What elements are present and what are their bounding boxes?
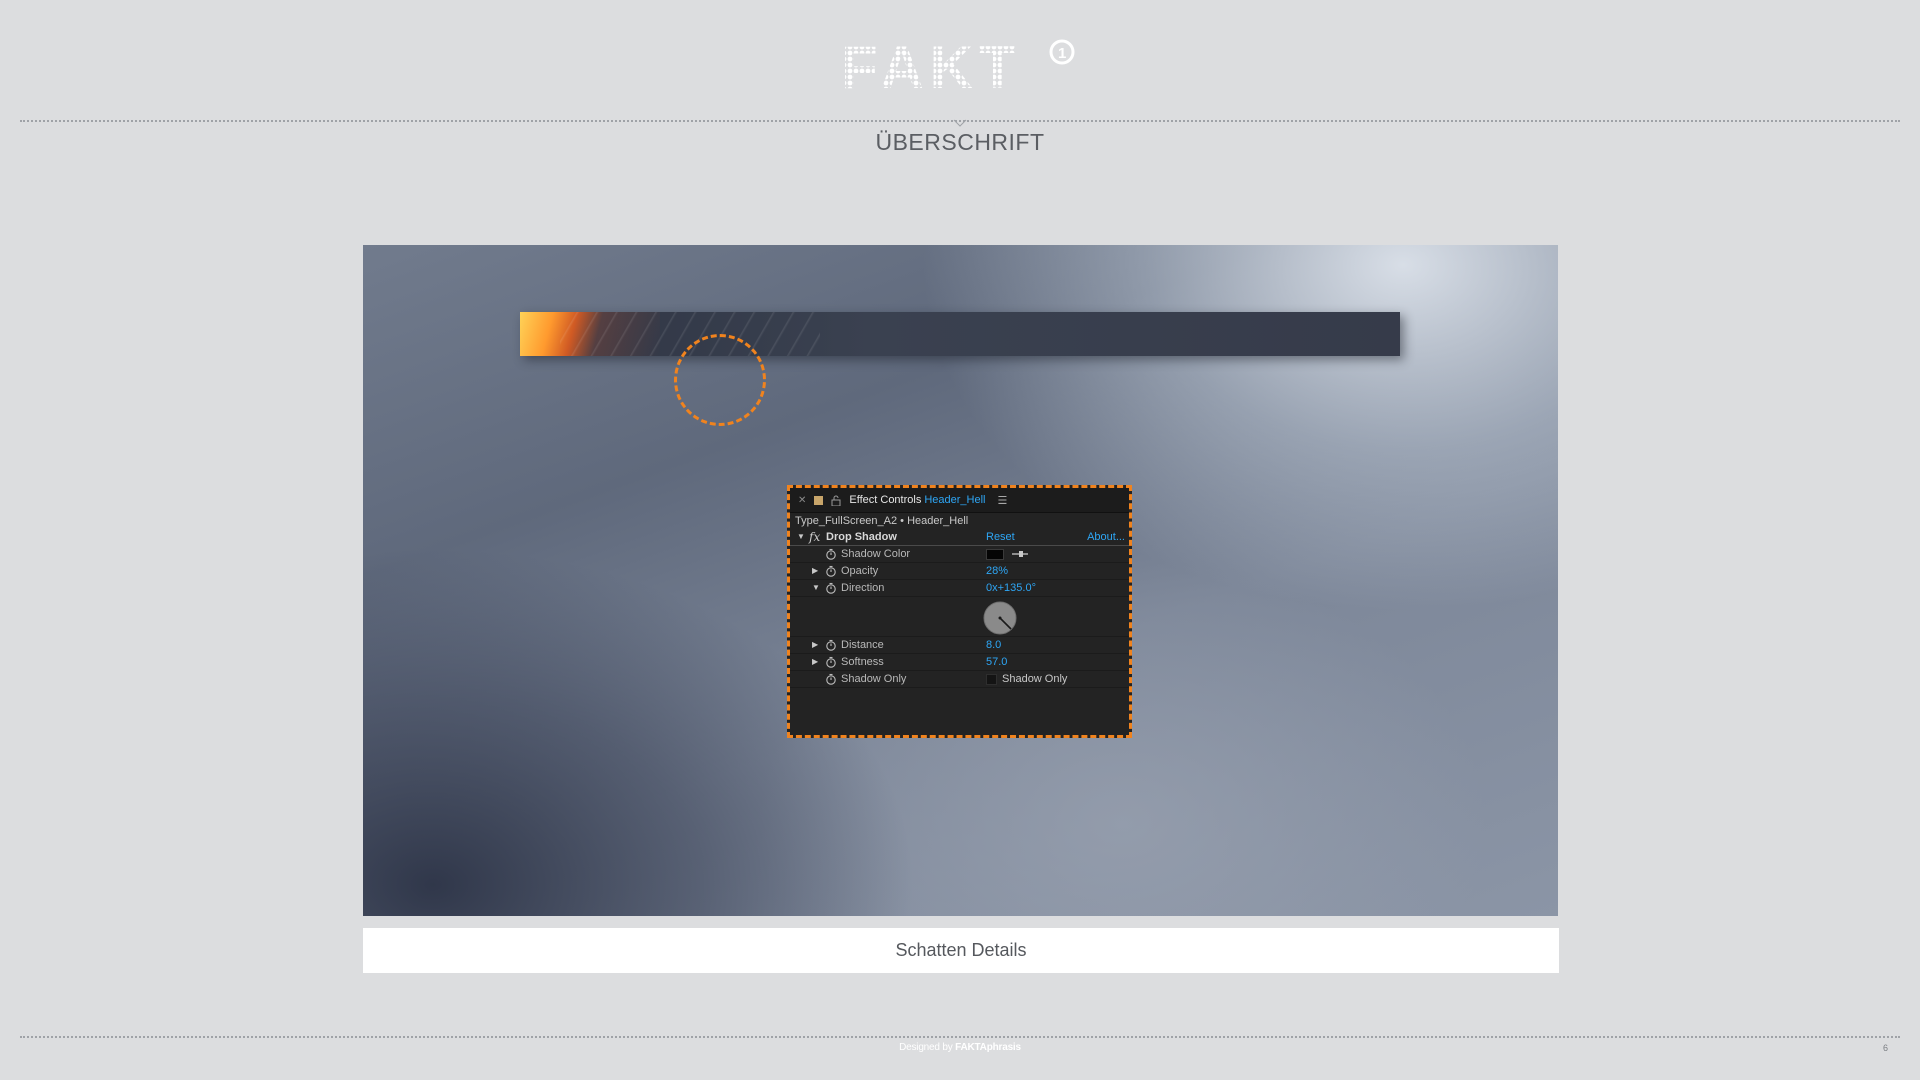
label-color-swatch[interactable] — [814, 495, 824, 505]
preview-stage: ✕ Effect Controls Header_Hell ☰ Type_Full… — [363, 245, 1558, 916]
page-number: 6 — [1882, 1043, 1888, 1053]
page-headline: ÜBERSCHRIFT — [875, 129, 1045, 155]
softness-label: Softness — [841, 656, 884, 668]
twirl-closed-icon[interactable]: ▶ — [812, 566, 818, 575]
direction-row: ▼ Direction 0x+135.0° — [790, 580, 1129, 597]
direction-label: Direction — [841, 582, 885, 594]
bottom-divider — [20, 1036, 1900, 1038]
eyedropper-icon[interactable] — [1011, 548, 1029, 560]
shadow-only-label: Shadow Only — [841, 673, 907, 685]
distance-label: Distance — [841, 639, 884, 651]
lock-icon[interactable] — [831, 495, 841, 506]
direction-dial[interactable] — [983, 601, 1017, 635]
effect-controls-panel: ✕ Effect Controls Header_Hell ☰ Type_Full… — [787, 485, 1132, 738]
lower-third-bar — [520, 312, 1400, 356]
layer-breadcrumb: Type_FullScreen_A2 • Header_Hell — [795, 515, 969, 527]
stopwatch-icon[interactable] — [825, 656, 837, 668]
softness-value[interactable]: 57.0 — [986, 656, 1007, 668]
shadow-color-swatch[interactable] — [986, 549, 1004, 560]
svg-text:1: 1 — [1058, 45, 1066, 62]
image-caption: Schatten Details — [363, 928, 1559, 973]
panel-tab[interactable]: ✕ Effect Controls Header_Hell ☰ — [790, 488, 1129, 513]
direction-value[interactable]: 0x+135.0° — [986, 582, 1036, 594]
twirl-closed-icon[interactable]: ▶ — [812, 640, 818, 649]
effect-header-row[interactable]: ▼ fx Drop Shadow Reset About... — [790, 529, 1129, 546]
shadow-only-checkbox[interactable] — [986, 674, 997, 685]
close-icon[interactable]: ✕ — [798, 495, 806, 506]
opacity-label: Opacity — [841, 565, 879, 577]
stopwatch-icon[interactable] — [825, 673, 837, 685]
shadow-color-row: Shadow Color — [790, 546, 1129, 563]
fx-toggle-icon[interactable]: fx — [809, 530, 820, 544]
opacity-row: ▶ Opacity 28% — [790, 563, 1129, 580]
shadow-callout-circle — [674, 334, 766, 426]
shadow-only-checkbox-label[interactable]: Shadow Only — [1002, 673, 1067, 685]
stopwatch-icon[interactable] — [825, 548, 837, 560]
about-link[interactable]: About... — [1087, 531, 1125, 543]
panel-menu-icon[interactable]: ☰ — [998, 494, 1008, 507]
panel-title: Effect Controls Header_Hell — [849, 494, 986, 506]
fakt-logo: FAKT 1 — [841, 38, 1075, 94]
svg-text:FAKT: FAKT — [841, 38, 1022, 94]
direction-dial-row — [790, 597, 1129, 637]
shadow-only-row: Shadow Only Shadow Only — [790, 671, 1129, 688]
distance-row: ▶ Distance 8.0 — [790, 637, 1129, 654]
reset-link[interactable]: Reset — [986, 531, 1015, 543]
effect-name: Drop Shadow — [826, 531, 897, 543]
divider-notch — [953, 119, 967, 127]
opacity-value[interactable]: 28% — [986, 565, 1008, 577]
twirl-open-icon[interactable]: ▼ — [797, 532, 805, 541]
stopwatch-icon[interactable] — [825, 582, 837, 594]
stopwatch-icon[interactable] — [825, 639, 837, 651]
softness-row: ▶ Softness 57.0 — [790, 654, 1129, 671]
footer-credit: Designed by FAKTAphrasis — [899, 1042, 1021, 1053]
stopwatch-icon[interactable] — [825, 565, 837, 577]
twirl-closed-icon[interactable]: ▶ — [812, 657, 818, 666]
distance-value[interactable]: 8.0 — [986, 639, 1001, 651]
shadow-color-label: Shadow Color — [841, 548, 911, 560]
twirl-open-icon[interactable]: ▼ — [812, 583, 820, 592]
